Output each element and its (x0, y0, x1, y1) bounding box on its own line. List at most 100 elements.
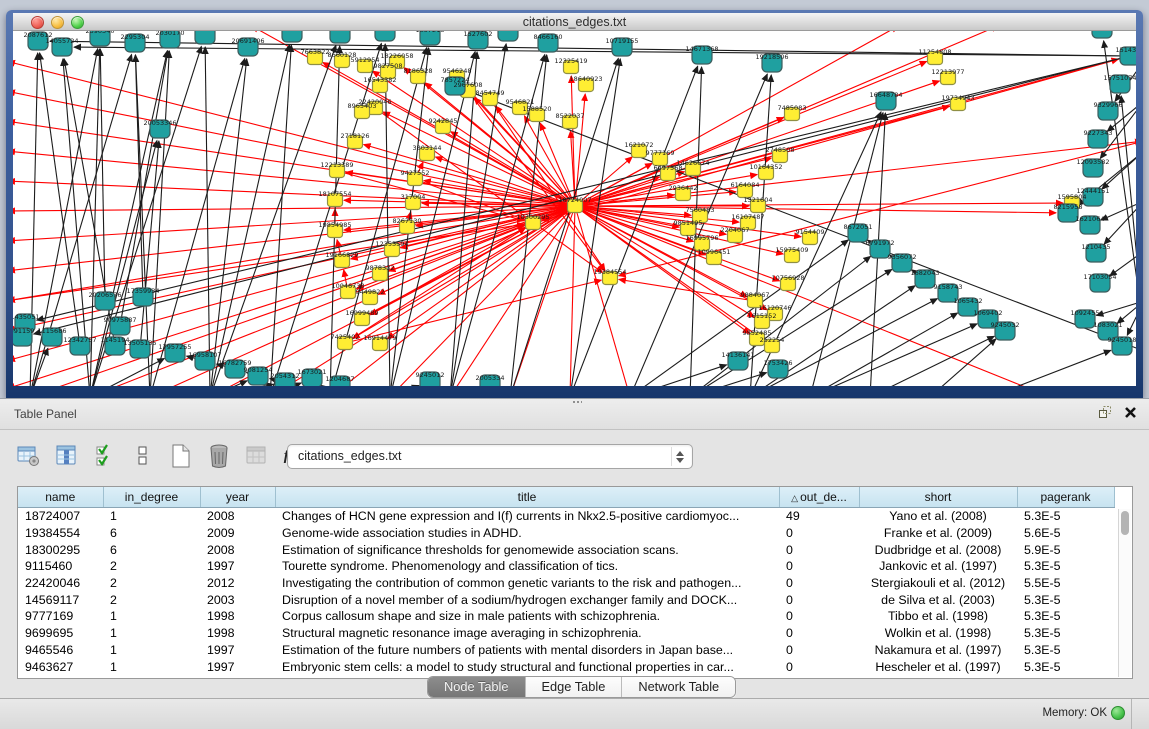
table-cell[interactable]: 0 (779, 575, 859, 592)
close-panel-icon[interactable] (1124, 406, 1137, 419)
citation-edge-red[interactable] (575, 59, 1118, 206)
citation-edge-black[interactable] (390, 385, 419, 386)
table-cell[interactable]: 2012 (200, 575, 275, 592)
table-row[interactable]: 1830029562008Estimation of significance … (18, 541, 1114, 558)
table-row[interactable]: 1456911722003Disruption of a novel membe… (18, 591, 1114, 608)
citation-edge-red[interactable] (575, 203, 1063, 206)
table-cell[interactable]: Embryonic stem cells: a model to study s… (275, 658, 779, 675)
table-cell[interactable]: 0 (779, 525, 859, 542)
table-settings-icon[interactable] (16, 442, 42, 470)
import-table-icon[interactable] (244, 442, 270, 470)
table-cell[interactable]: 5.3E-5 (1017, 625, 1114, 642)
column-header-short[interactable]: short (859, 487, 1017, 508)
citation-edge-black[interactable] (140, 141, 159, 349)
column-header-title[interactable]: title (275, 487, 779, 508)
column-header-out_de[interactable]: △out_de... (779, 487, 859, 508)
citation-edge-red[interactable] (570, 206, 575, 386)
citation-edge-black[interactable] (1102, 151, 1136, 189)
table-cell[interactable]: Jankovic et al. (1997) (859, 558, 1017, 575)
tab-node-table[interactable]: Node Table (428, 677, 526, 697)
table-cell[interactable]: Changes of HCN gene expression and I(f) … (275, 508, 779, 525)
citation-edge-black[interactable] (1121, 96, 1136, 331)
table-cell[interactable]: 9115460 (18, 558, 103, 575)
table-cell[interactable]: 2 (103, 591, 200, 608)
table-cell[interactable]: 1997 (200, 642, 275, 659)
new-file-icon[interactable] (168, 442, 194, 470)
table-cell[interactable]: Disruption of a novel member of a sodium… (275, 591, 779, 608)
table-cell[interactable]: 18300295 (18, 541, 103, 558)
column-header-year[interactable]: year (200, 487, 275, 508)
table-row[interactable]: 946554611997Estimation of the future num… (18, 642, 1114, 659)
table-cell[interactable]: Corpus callosum shape and size in male p… (275, 608, 779, 625)
citation-edge-black[interactable] (810, 324, 977, 386)
table-cell[interactable]: 2003 (200, 591, 275, 608)
table-cell[interactable]: 5.3E-5 (1017, 558, 1114, 575)
table-row[interactable]: 1938455462009Genome-wide association stu… (18, 525, 1114, 542)
tab-network-table[interactable]: Network Table (622, 677, 735, 697)
table-cell[interactable]: 0 (779, 591, 859, 608)
table-cell[interactable]: 9699695 (18, 625, 103, 642)
table-cell[interactable]: 9777169 (18, 608, 103, 625)
table-cell[interactable]: 0 (779, 558, 859, 575)
table-cell[interactable]: Nakamura et al. (1997) (859, 642, 1017, 659)
table-cell[interactable]: 1998 (200, 608, 275, 625)
graph-node-teal[interactable] (375, 31, 395, 41)
citation-edge-red[interactable] (451, 206, 575, 386)
table-cell[interactable]: 0 (779, 608, 859, 625)
citation-edge-black[interactable] (210, 45, 289, 386)
table-vertical-scrollbar[interactable] (1118, 509, 1131, 677)
table-cell[interactable]: Stergiakouli et al. (2012) (859, 575, 1017, 592)
citation-edge-black[interactable] (210, 45, 336, 386)
table-cell[interactable]: 9465546 (18, 642, 103, 659)
table-cell[interactable]: Yano et al. (2008) (859, 508, 1017, 525)
citation-edge-black[interactable] (810, 313, 958, 386)
table-cell[interactable]: 0 (779, 642, 859, 659)
table-cell[interactable]: Estimation of significance thresholds fo… (275, 541, 779, 558)
scrollbar-thumb[interactable] (1121, 511, 1129, 535)
tab-edge-table[interactable]: Edge Table (526, 677, 623, 697)
table-cell[interactable]: 6 (103, 541, 200, 558)
table-cell[interactable]: 5.3E-5 (1017, 658, 1114, 675)
table-cell[interactable]: 1998 (200, 625, 275, 642)
window-titlebar[interactable]: citations_edges.txt (13, 13, 1136, 31)
table-cell[interactable]: 1 (103, 508, 200, 525)
table-cell[interactable]: 1 (103, 608, 200, 625)
table-cell[interactable]: 1997 (200, 658, 275, 675)
table-row[interactable]: 911546021997Tourette syndrome. Phenomeno… (18, 558, 1114, 575)
column-header-pagerank[interactable]: pagerank (1017, 487, 1114, 508)
network-graph-canvas[interactable]: 1872400712213389181075541985498519166829… (13, 31, 1136, 386)
table-cell[interactable]: 0 (779, 625, 859, 642)
citation-edge-black[interactable] (150, 59, 245, 386)
select-rows-icon[interactable] (92, 442, 118, 470)
table-cell[interactable]: 6 (103, 525, 200, 542)
citation-edge-red[interactable] (542, 56, 1130, 221)
table-cell[interactable]: 0 (779, 541, 859, 558)
citation-edge-black[interactable] (100, 49, 105, 301)
panel-resize-grip[interactable] (572, 400, 582, 404)
table-cell[interactable]: Genome-wide association studies in ADHD. (275, 525, 779, 542)
table-cell[interactable]: 5.3E-5 (1017, 608, 1114, 625)
table-cell[interactable]: 18724007 (18, 508, 103, 525)
column-header-in_degree[interactable]: in_degree (103, 487, 200, 508)
table-cell[interactable]: Structural magnetic resonance image aver… (275, 625, 779, 642)
table-row[interactable]: 969969511998Structural magnetic resonanc… (18, 625, 1114, 642)
table-cell[interactable]: Franke et al. (2009) (859, 525, 1017, 542)
table-cell[interactable]: 5.6E-5 (1017, 525, 1114, 542)
table-selector-dropdown[interactable]: citations_edges.txt (287, 444, 693, 469)
table-cell[interactable]: 2 (103, 558, 200, 575)
table-cell[interactable]: 1997 (200, 558, 275, 575)
table-cell[interactable]: 49 (779, 508, 859, 525)
table-row[interactable]: 977716911998Corpus callosum shape and si… (18, 608, 1114, 625)
table-cell[interactable]: Wolkin et al. (1998) (859, 625, 1017, 642)
table-cell[interactable]: 5.3E-5 (1017, 508, 1114, 525)
table-row[interactable]: 1872400712008Changes of HCN gene express… (18, 508, 1114, 525)
table-cell[interactable]: 1 (103, 625, 200, 642)
table-cell[interactable]: 14569117 (18, 591, 103, 608)
table-cell[interactable]: 0 (779, 658, 859, 675)
float-window-icon[interactable] (1098, 405, 1112, 419)
column-chooser-icon[interactable] (54, 442, 80, 470)
table-cell[interactable]: 2008 (200, 541, 275, 558)
graph-node-teal[interactable] (330, 31, 350, 43)
table-cell[interactable]: Hescheler et al. (1997) (859, 658, 1017, 675)
table-cell[interactable]: Investigating the contribution of common… (275, 575, 779, 592)
